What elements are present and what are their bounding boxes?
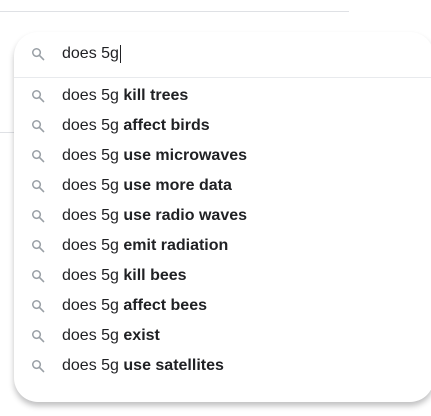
suggestion-item[interactable]: does 5g emit radiation	[14, 231, 431, 261]
suggestion-text: does 5g use radio waves	[62, 207, 247, 225]
suggestion-completion: affect bees	[123, 297, 207, 314]
search-query: does 5g	[62, 45, 119, 62]
suggestion-completion: emit radiation	[123, 237, 229, 254]
suggestion-text: does 5g affect birds	[62, 117, 210, 135]
suggestion-completion: exist	[123, 327, 160, 344]
search-input[interactable]: does 5g	[62, 43, 121, 65]
suggestion-text: does 5g affect bees	[62, 297, 207, 315]
suggestion-prefix: does 5g	[62, 207, 124, 224]
suggestion-text: does 5g kill trees	[62, 87, 188, 105]
search-icon	[31, 359, 45, 373]
page: does 5g does 5g kill trees does 5g affec…	[0, 0, 431, 416]
search-icon	[31, 119, 45, 133]
search-box[interactable]: does 5g	[14, 32, 431, 76]
background-divider	[0, 132, 14, 133]
suggestion-prefix: does 5g	[62, 117, 124, 134]
suggestion-item[interactable]: does 5g affect birds	[14, 111, 431, 141]
suggestion-completion: use microwaves	[123, 147, 248, 164]
suggestion-completion: use more data	[123, 177, 232, 194]
suggestion-item[interactable]: does 5g use more data	[14, 171, 431, 201]
suggestion-item[interactable]: does 5g affect bees	[14, 291, 431, 321]
suggestion-completion: use radio waves	[123, 207, 248, 224]
suggestion-prefix: does 5g	[62, 237, 124, 254]
suggestion-text: does 5g use more data	[62, 177, 232, 195]
suggestion-completion: kill trees	[123, 87, 189, 104]
suggestion-item[interactable]: does 5g exist	[14, 321, 431, 351]
suggestion-text: does 5g use microwaves	[62, 147, 247, 165]
search-icon	[31, 47, 45, 61]
search-icon	[31, 209, 45, 223]
search-icon	[31, 329, 45, 343]
search-autocomplete-panel: does 5g does 5g kill trees does 5g affec…	[14, 32, 431, 402]
suggestion-text: does 5g exist	[62, 327, 160, 345]
suggestion-item[interactable]: does 5g kill bees	[14, 261, 431, 291]
suggestion-completion: use satellites	[123, 357, 224, 374]
suggestion-item[interactable]: does 5g use microwaves	[14, 141, 431, 171]
suggestion-completion: affect birds	[123, 117, 210, 134]
suggestion-text: does 5g kill bees	[62, 267, 187, 285]
suggestion-text: does 5g emit radiation	[62, 237, 228, 255]
suggestion-completion: kill bees	[123, 267, 187, 284]
suggestion-prefix: does 5g	[62, 267, 124, 284]
search-icon	[31, 239, 45, 253]
suggestion-prefix: does 5g	[62, 147, 124, 164]
suggestion-prefix: does 5g	[62, 297, 124, 314]
suggestion-prefix: does 5g	[62, 177, 124, 194]
text-cursor	[119, 45, 121, 63]
search-icon	[31, 269, 45, 283]
suggestion-list: does 5g kill trees does 5g affect birds …	[14, 81, 431, 381]
header-divider	[0, 11, 349, 12]
search-divider	[14, 77, 431, 78]
suggestion-item[interactable]: does 5g use satellites	[14, 351, 431, 381]
suggestion-prefix: does 5g	[62, 327, 124, 344]
suggestion-prefix: does 5g	[62, 87, 124, 104]
search-icon	[31, 179, 45, 193]
search-icon	[31, 299, 45, 313]
suggestion-text: does 5g use satellites	[62, 357, 224, 375]
suggestion-item[interactable]: does 5g kill trees	[14, 81, 431, 111]
suggestion-prefix: does 5g	[62, 357, 124, 374]
search-icon	[31, 89, 45, 103]
search-icon	[31, 149, 45, 163]
suggestion-item[interactable]: does 5g use radio waves	[14, 201, 431, 231]
